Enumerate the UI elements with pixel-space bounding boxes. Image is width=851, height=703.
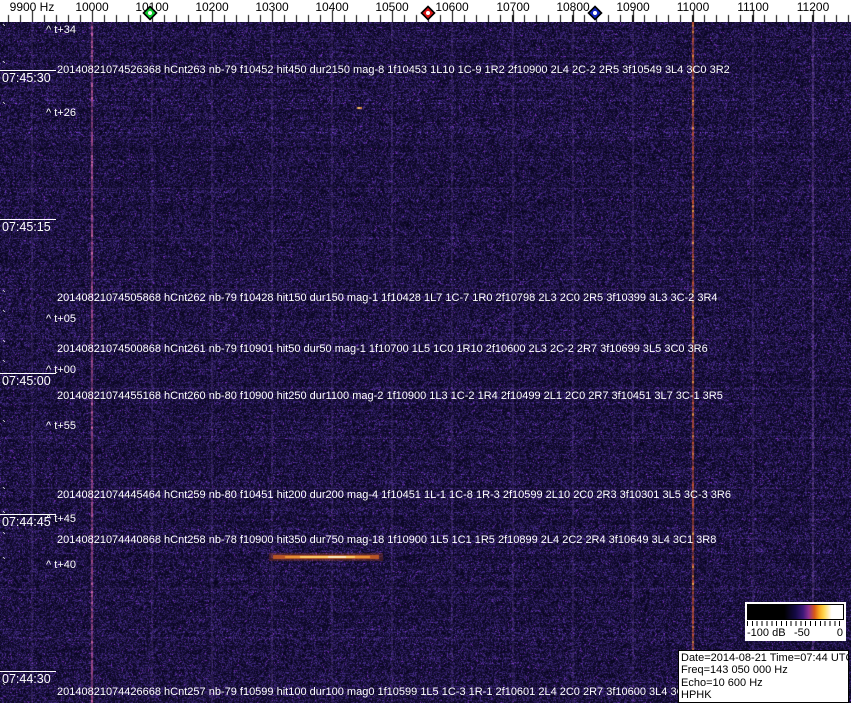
legend-label-max: 0	[837, 627, 843, 639]
legend-labels: -100 dB -50 0	[745, 627, 846, 640]
info-station: HPHK	[681, 689, 846, 701]
freq-marker-blue[interactable]	[587, 5, 603, 21]
freq-tick-label: 11100	[737, 0, 769, 14]
legend-ticks	[747, 621, 844, 626]
color-gradient-bar	[747, 604, 844, 620]
legend-label-min: -100 dB	[747, 627, 786, 639]
info-date-time: Date=2014-08-21 Time=07:44 UTC	[681, 652, 846, 664]
freq-tick-label: 10700	[496, 0, 529, 14]
db-color-scale: -100 dB -50 0	[745, 602, 846, 641]
freq-tick-label: 10300	[255, 0, 288, 14]
freq-tick-label: 10900	[616, 0, 649, 14]
legend-label-mid: -50	[794, 627, 810, 639]
freq-marker-red[interactable]	[420, 5, 436, 21]
freq-tick-label: 11200	[797, 0, 829, 14]
spectrogram-display	[0, 22, 851, 703]
freq-tick-label: 9900 Hz	[10, 0, 55, 14]
freq-tick-label: 10600	[435, 0, 468, 14]
freq-tick-label: 10400	[315, 0, 348, 14]
freq-tick-label: 10000	[75, 0, 108, 14]
freq-tick-label: 10500	[375, 0, 408, 14]
status-info-box: Date=2014-08-21 Time=07:44 UTC Freq=143 …	[678, 650, 849, 703]
info-frequency: Freq=143 050 000 Hz	[681, 664, 846, 676]
freq-marker-green[interactable]	[142, 5, 158, 21]
freq-tick-label: 11000	[677, 0, 709, 14]
freq-tick-label: 10200	[195, 0, 228, 14]
freq-tick-label: 10800	[556, 0, 589, 14]
frequency-axis: 9900 Hz100001010010200103001040010500106…	[0, 0, 851, 22]
info-echo: Echo=10 600 Hz	[681, 677, 846, 689]
